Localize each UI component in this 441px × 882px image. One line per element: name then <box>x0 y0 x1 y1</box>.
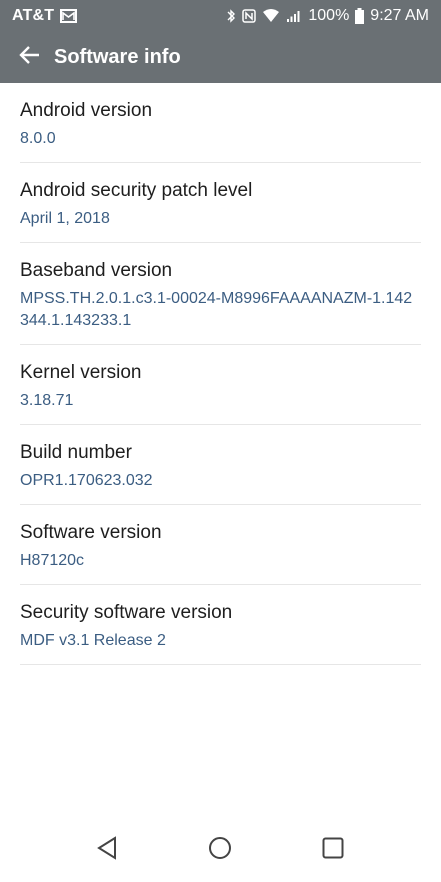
status-bar: AT&T 100% 9:27 AM <box>0 0 441 32</box>
back-button[interactable] <box>16 44 44 72</box>
carrier-label: AT&T <box>12 7 55 24</box>
message-icon <box>60 9 78 23</box>
software-info-list: Android version 8.0.0 Android security p… <box>0 83 441 665</box>
item-value: MPSS.TH.2.0.1.c3.1-00024-M8996FAAAANAZM-… <box>20 290 413 329</box>
item-label: Android version <box>20 100 153 121</box>
nav-back-icon <box>96 835 118 865</box>
back-arrow-icon <box>19 45 41 70</box>
nav-home-button[interactable] <box>206 836 234 864</box>
list-item-kernel-version[interactable]: Kernel version 3.18.71 <box>20 345 421 425</box>
item-label: Baseband version <box>20 260 173 281</box>
item-label: Android security patch level <box>20 180 253 201</box>
item-value: April 1, 2018 <box>20 210 110 227</box>
item-label: Kernel version <box>20 362 142 383</box>
item-value: H87120c <box>20 552 85 569</box>
item-label: Security software version <box>20 602 233 623</box>
status-right: 100% 9:27 AM <box>226 7 429 25</box>
app-bar: Software info <box>0 32 441 83</box>
status-left: AT&T <box>12 7 78 25</box>
list-item-android-version[interactable]: Android version 8.0.0 <box>20 83 421 163</box>
item-value: OPR1.170623.032 <box>20 472 153 489</box>
item-label: Build number <box>20 442 132 463</box>
list-item-build-number[interactable]: Build number OPR1.170623.032 <box>20 425 421 505</box>
clock: 9:27 AM <box>370 7 429 24</box>
navigation-bar <box>0 818 441 882</box>
item-label: Software version <box>20 522 162 543</box>
battery-percent: 100% <box>308 7 350 24</box>
nfc-icon <box>242 9 257 23</box>
item-value: 8.0.0 <box>20 130 56 147</box>
list-item-software-version[interactable]: Software version H87120c <box>20 505 421 585</box>
wifi-icon <box>262 9 280 23</box>
page-title: Software info <box>54 46 181 68</box>
item-value: 3.18.71 <box>20 392 74 409</box>
nav-recents-icon <box>322 837 344 864</box>
bluetooth-icon <box>226 8 236 24</box>
item-value: MDF v3.1 Release 2 <box>20 632 166 649</box>
nav-back-button[interactable] <box>93 835 121 865</box>
nav-recents-button[interactable] <box>319 836 347 864</box>
nav-home-icon <box>208 836 232 865</box>
list-item-baseband-version[interactable]: Baseband version MPSS.TH.2.0.1.c3.1-0002… <box>20 243 421 345</box>
list-item-security-patch-level[interactable]: Android security patch level April 1, 20… <box>20 163 421 243</box>
signal-icon <box>286 9 302 23</box>
list-item-security-software-version[interactable]: Security software version MDF v3.1 Relea… <box>20 585 421 665</box>
battery-icon <box>355 8 365 24</box>
